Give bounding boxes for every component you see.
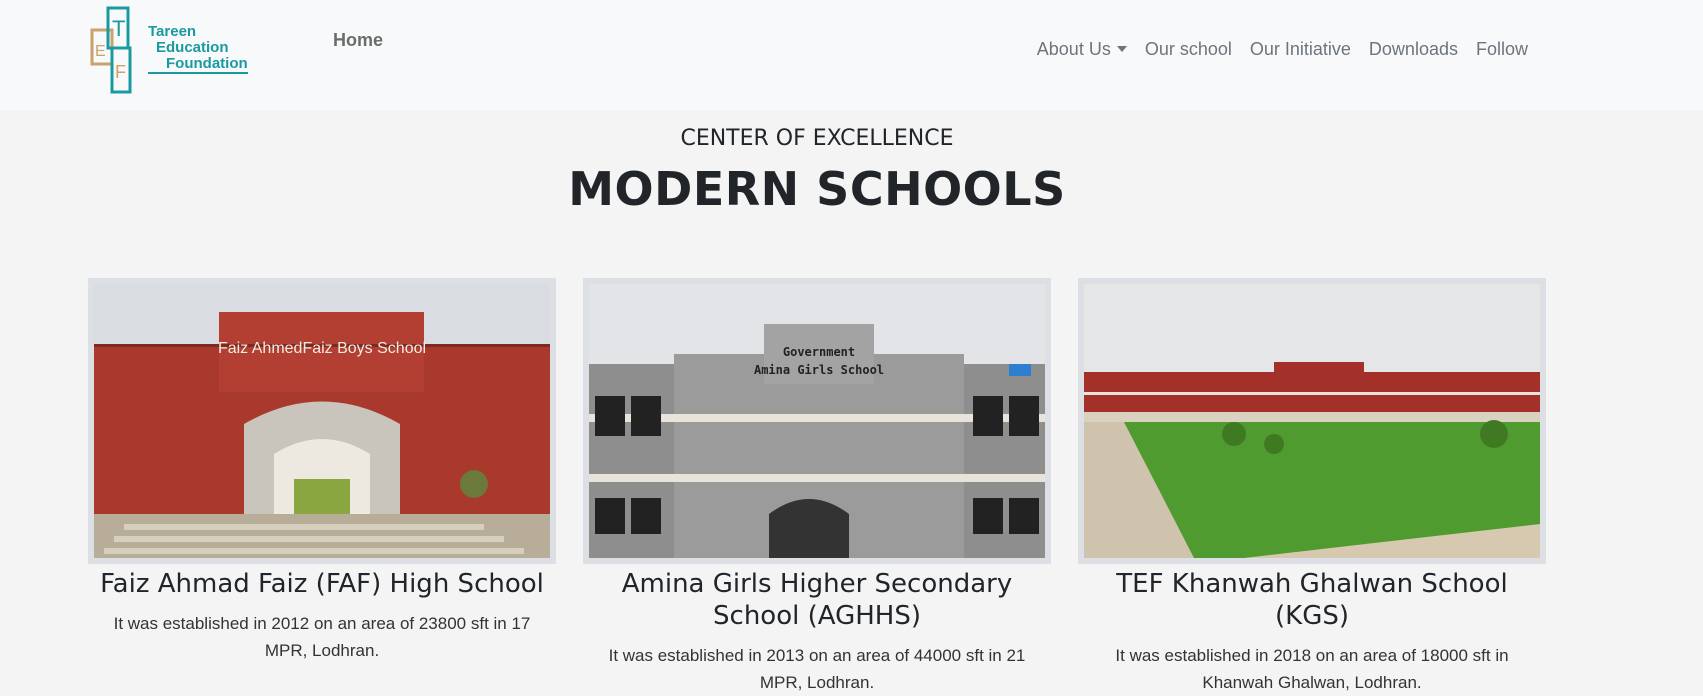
school-photo-kgs[interactable] [1078,278,1546,564]
nav-follow[interactable]: Follow [1467,39,1537,60]
page-title: MODERN SCHOOLS [568,162,1066,216]
nav-about-us-label: About Us [1036,39,1111,59]
aghhs-sign-line-2: Amina Girls School [754,363,884,377]
aghhs-sign-line-1: Government [783,345,855,359]
chevron-down-icon [1116,46,1127,52]
logo-wordmark: Tareen Education Foundation [148,24,248,74]
nav-our-initiative[interactable]: Our Initiative [1241,39,1360,60]
school-name-faf: Faiz Ahmad Faiz (FAF) High School [100,569,544,599]
logo-mark-icon: E T F [90,6,132,94]
school-description-kgs: It was established in 2018 on an area of… [1115,646,1509,692]
section-eyebrow: CENTER OF EXCELLENCE [680,126,954,151]
school-card-aghhs: Government Amina Girls School Amina Girl… [583,278,1051,696]
school-card-kgs: TEF Khanwah Ghalwan School (KGS) It was … [1078,278,1546,696]
school-description-aghhs: It was established in 2013 on an area of… [608,646,1026,692]
logo-letter-t: T [112,16,125,41]
aghhs-building-image: Government Amina Girls School [589,284,1045,558]
school-name-aghhs: Amina Girls Higher Secondary School (AGH… [621,569,1013,631]
logo-line-3: Foundation [148,56,248,74]
main-nav: About Us Our school Our Initiative Downl… [1028,39,1537,60]
faf-building-image: Faiz AhmedFaiz Boys School [94,284,550,558]
logo-letter-f: F [115,62,126,82]
school-name-kgs: TEF Khanwah Ghalwan School (KGS) [1116,569,1508,631]
faf-sign-text: Faiz AhmedFaiz Boys School [218,340,426,357]
nav-downloads[interactable]: Downloads [1360,39,1467,60]
top-navbar: E T F Tareen Education Foundation Home A… [0,0,1703,110]
school-description-faf: It was established in 2012 on an area of… [113,614,531,660]
logo-line-2: Education [156,39,229,56]
school-card-faf: Faiz AhmedFaiz Boys School Faiz Ahmad Fa… [88,278,556,664]
school-photo-faf[interactable]: Faiz AhmedFaiz Boys School [88,278,556,564]
logo-line-1: Tareen [148,23,197,40]
logo-letter-e: E [95,43,106,60]
home-link[interactable]: Home [333,30,383,51]
nav-our-school[interactable]: Our school [1136,39,1241,60]
tef-logo[interactable]: E T F Tareen Education Foundation [88,4,258,96]
kgs-building-image [1084,284,1540,558]
school-photo-aghhs[interactable]: Government Amina Girls School [583,278,1051,564]
nav-about-us[interactable]: About Us [1028,39,1136,60]
